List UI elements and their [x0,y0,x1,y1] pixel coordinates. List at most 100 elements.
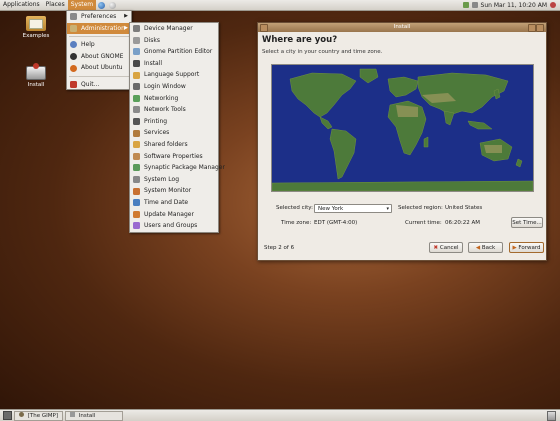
admin-item-login-window[interactable]: Login Window [130,81,218,93]
admin-item-language-support[interactable]: Language Support [130,69,218,81]
menu-item-help[interactable]: Help [67,39,131,51]
city-select[interactable]: New York ▾ [314,204,392,213]
gimp-icon [19,411,24,417]
world-map[interactable] [271,64,534,192]
selected-region-value: United States [445,205,483,211]
preferences-icon [70,13,77,21]
administration-icon [70,24,77,32]
menu-item-administration[interactable]: Administration ▶ [67,22,131,35]
time-zone-value: EDT (GMT-4:00) [314,220,358,226]
menu-separator [69,75,129,77]
window-title: Install [393,24,411,30]
system-monitor-icon [133,187,140,195]
admin-item-users-and-groups[interactable]: Users and Groups [130,220,218,232]
printing-icon [133,118,140,126]
install-icon [69,411,75,417]
system-log-icon [133,176,140,184]
admin-item-services[interactable]: Services [130,127,218,139]
places-menu[interactable]: Places [43,0,68,10]
desktop-icon-label: Install [27,82,45,88]
network-icon[interactable] [462,2,469,8]
admin-item-system-monitor[interactable]: System Monitor [130,185,218,197]
folder-icon [26,16,46,31]
admin-item-update-manager[interactable]: Update Manager [130,209,218,221]
menu-item-quit[interactable]: Quit... [67,79,131,91]
help-icon [70,41,77,49]
time-zone-label: Time zone: [281,220,312,226]
set-time-button[interactable]: Set Time... [511,217,543,228]
menu-separator [69,36,129,38]
synaptic-package-manager-icon [133,164,140,172]
help-launcher-icon[interactable] [109,1,117,9]
admin-item-software-properties[interactable]: Software Properties [130,151,218,163]
desktop-icon-examples[interactable]: Examples [16,16,56,39]
forward-arrow-icon: ▶ [512,245,517,251]
selected-region-label: Selected region: [398,205,443,211]
drive-icon [26,63,46,80]
page-title: Where are you? [262,35,338,45]
desktop-icon-label: Examples [22,33,50,39]
desktop-icon-install[interactable]: Install [16,63,56,88]
trash-icon[interactable] [547,410,556,421]
admin-item-printing[interactable]: Printing [130,116,218,128]
disks-icon [133,36,140,44]
software-properties-icon [133,152,140,160]
administration-items: Device Manager Disks Gnome Partition Edito… [130,23,225,232]
gnome-icon [70,53,77,61]
menu-item-preferences[interactable]: Preferences ▶ [67,11,131,23]
step-indicator: Step 2 of 6 [264,245,295,251]
taskbar-item-install[interactable]: Install [64,410,123,421]
submenu-arrow-icon: ▶ [124,13,128,19]
submenu-arrow-icon: ▶ [124,24,128,31]
admin-item-time-and-date[interactable]: Time and Date [130,197,218,209]
city-select-value: New York [318,206,344,212]
admin-item-install[interactable]: Install [130,58,218,70]
menu-item-about-gnome[interactable]: About GNOME [67,51,131,63]
admin-item-gnome-partition-editor[interactable]: Gnome Partition Editor [130,46,218,58]
install-window: Install Where are you? Select a city in … [257,22,547,261]
clock[interactable]: Sun Mar 11, 10:20 AM [481,2,547,9]
current-time-value: 06:20:22 AM [445,220,480,226]
admin-item-networking[interactable]: Networking [130,93,218,105]
volume-icon[interactable] [471,2,478,8]
power-icon[interactable] [550,2,556,8]
quit-icon [70,81,77,89]
admin-item-synaptic-package-manager[interactable]: Synaptic Package Manager [130,162,225,174]
shared-folders-icon [133,141,140,149]
cancel-button[interactable]: ✖ Cancel [429,242,463,253]
admin-item-network-tools[interactable]: Network Tools [130,104,218,116]
forward-button[interactable]: ▶ Forward [509,242,544,253]
services-icon [133,129,140,137]
taskbar-item-gimp[interactable]: [The GIMP] [14,410,63,421]
admin-item-device-manager[interactable]: Device Manager [130,23,218,35]
system-menu[interactable]: System [67,0,97,10]
back-arrow-icon: ◀ [475,245,481,251]
world-map-image [271,65,534,192]
install-icon [133,60,140,68]
window-titlebar[interactable]: Install [258,23,546,32]
administration-submenu: Device Manager Disks Gnome Partition Edito… [129,22,225,233]
window-menu-icon[interactable] [260,24,268,32]
users-and-groups-icon [133,222,140,230]
device-manager-icon [133,25,140,33]
update-manager-icon [133,210,140,218]
close-icon[interactable] [536,24,544,32]
admin-item-disks[interactable]: Disks [130,35,218,47]
ubuntu-icon [70,64,77,72]
admin-item-system-log[interactable]: System Log [130,174,218,186]
minimize-icon[interactable] [528,24,536,32]
admin-item-shared-folders[interactable]: Shared folders [130,139,218,151]
selected-city-label: Selected city: [276,205,314,211]
time-and-date-icon [133,199,140,207]
back-button[interactable]: ◀ Back [468,242,503,253]
language-support-icon [133,71,140,79]
current-time-label: Current time: [405,220,442,226]
browser-icon[interactable] [98,1,106,9]
chevron-down-icon: ▾ [386,206,389,212]
bottom-panel: [The GIMP] Install [0,409,560,421]
show-desktop-icon[interactable] [3,411,12,420]
networking-icon [133,94,140,102]
applications-menu[interactable]: Applications [0,0,43,10]
cancel-icon: ✖ [433,245,439,251]
menu-item-about-ubuntu[interactable]: About Ubuntu [67,62,131,74]
